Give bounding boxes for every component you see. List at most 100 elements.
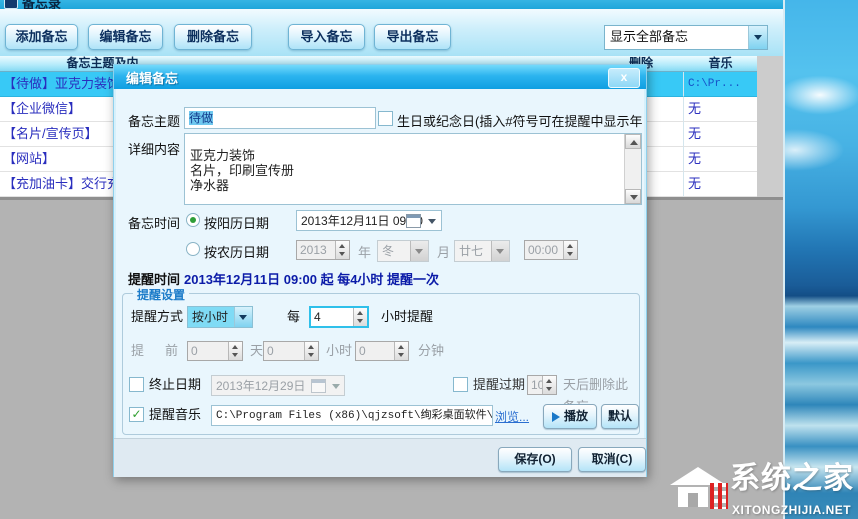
every-label: 每 <box>287 306 300 328</box>
stepper-arrows-icon[interactable] <box>563 241 577 259</box>
remind-time-value: 2013年12月11日 09:00 起 每4小时 提醒一次 <box>184 269 439 288</box>
edit-memo-button[interactable]: 编辑备忘 <box>88 24 163 50</box>
music-label: 提醒音乐 <box>149 404 201 426</box>
cancel-button[interactable]: 取消(C) <box>578 447 646 472</box>
lunar-month-value: 冬 <box>382 241 394 261</box>
row-music: 无 <box>684 172 758 197</box>
default-button[interactable]: 默认 <box>601 404 639 429</box>
delete-memo-button[interactable]: 删除备忘 <box>174 24 252 50</box>
lunar-year-stepper[interactable]: 2013 <box>296 240 350 260</box>
music-checkbox[interactable]: ✓ <box>129 407 144 422</box>
remind-mode-select[interactable]: 按小时 <box>187 306 253 328</box>
stepper-arrows-icon[interactable] <box>304 342 318 360</box>
subject-value: 待做 <box>189 111 213 125</box>
content-textarea[interactable]: 亚克力装饰 名片，印刷宣传册 净水器 <box>184 133 642 205</box>
scroll-up-icon[interactable] <box>625 134 641 149</box>
lunar-month-select[interactable]: 冬 <box>377 240 429 262</box>
ahead-mins-stepper[interactable]: 0 <box>355 341 409 361</box>
end-date-checkbox[interactable] <box>129 377 144 392</box>
browse-link[interactable]: 浏览... <box>495 408 529 425</box>
lunar-month-unit: 月 <box>437 242 450 261</box>
chevron-down-icon <box>332 384 340 389</box>
watermark-title: 系统之家 <box>730 453 854 497</box>
ahead-label-1: 提 <box>131 340 144 362</box>
ahead-hours-stepper[interactable]: 0 <box>263 341 319 361</box>
play-icon <box>552 412 560 422</box>
chevron-down-icon[interactable] <box>234 307 252 327</box>
app-icon <box>4 0 18 9</box>
memo-time-label: 备忘时间 <box>128 213 180 232</box>
scroll-down-icon[interactable] <box>625 189 641 204</box>
remind-mode-value: 按小时 <box>192 307 228 327</box>
chevron-down-icon[interactable] <box>491 241 509 261</box>
watermark-url: XITONGZHIJIA.NET <box>732 503 851 517</box>
ahead-days-value: 0 <box>191 342 198 360</box>
chevron-down-icon <box>428 219 436 224</box>
chevron-down-icon[interactable] <box>748 26 767 49</box>
birthday-checkbox[interactable] <box>378 111 393 126</box>
remind-settings-group: 提醒设置 提醒方式 按小时 每 4 小时提醒 提 前 0 <box>122 293 640 435</box>
lunar-time-stepper[interactable]: 00:00 <box>524 240 578 260</box>
solar-date-radio[interactable] <box>186 213 200 227</box>
content-value: 亚克力装饰 名片，印刷宣传册 净水器 <box>190 148 621 193</box>
import-memo-button[interactable]: 导入备忘 <box>288 24 365 50</box>
stepper-arrows-icon[interactable] <box>353 308 367 326</box>
row-music: 无 <box>684 97 758 122</box>
subject-input[interactable]: 待做 <box>184 107 376 129</box>
row-music: C:\Pr... <box>684 72 758 97</box>
ahead-label-2: 前 <box>165 340 178 362</box>
lunar-year-unit: 年 <box>358 242 371 261</box>
lunar-date-label: 按农历日期 <box>204 242 269 261</box>
solar-date-input[interactable]: 2013年12月11日 09:00 <box>296 210 442 231</box>
dialog-title: 编辑备忘 <box>126 68 178 87</box>
expire-label: 提醒过期 <box>473 374 525 396</box>
content-label: 详细内容 <box>128 139 180 158</box>
edit-memo-dialog: 编辑备忘 x 备忘主题 待做 生日或纪念日(插入#符号可在提醒中显示年数) 详细… <box>113 64 647 477</box>
export-memo-button[interactable]: 导出备忘 <box>374 24 451 50</box>
end-date-value: 2013年12月29日 <box>216 379 305 393</box>
add-memo-button[interactable]: 添加备忘 <box>5 24 78 50</box>
end-date-input[interactable]: 2013年12月29日 <box>211 375 345 396</box>
subject-label: 备忘主题 <box>128 111 180 130</box>
main-titlebar[interactable]: 备忘录 <box>0 0 783 9</box>
interval-value: 4 <box>314 308 321 326</box>
row-music: 无 <box>684 122 758 147</box>
interval-stepper[interactable]: 4 <box>309 306 369 328</box>
calendar-icon <box>311 379 326 393</box>
house-logo-icon <box>670 467 726 507</box>
screen: 备忘录 添加备忘 编辑备忘 删除备忘 导入备忘 导出备忘 显示全部备忘 备忘主题… <box>0 0 858 519</box>
lunar-day-select[interactable]: 廿七 <box>454 240 510 262</box>
close-icon[interactable]: x <box>608 68 640 88</box>
chevron-down-icon[interactable] <box>410 241 428 261</box>
table-side-strip <box>757 56 783 200</box>
solar-date-value: 2013年12月11日 09:00 <box>301 214 423 228</box>
ahead-hours-unit: 小时 <box>326 340 352 362</box>
lunar-date-radio[interactable] <box>186 242 200 256</box>
memo-filter-select[interactable]: 显示全部备忘 <box>604 25 768 50</box>
music-path-input[interactable]: C:\Program Files (x86)\qjzsoft\绚彩桌面软件\ <box>211 405 493 426</box>
music-path-value: C:\Program Files (x86)\qjzsoft\绚彩桌面软件\ <box>216 410 493 422</box>
dialog-footer: 保存(O) 取消(C) <box>114 438 646 477</box>
stepper-arrows-icon[interactable] <box>394 342 408 360</box>
ahead-days-stepper[interactable]: 0 <box>187 341 243 361</box>
window-title: 备忘录 <box>22 0 61 9</box>
xitongzhijia-watermark: 系统之家 XITONGZHIJIA.NET <box>670 451 856 517</box>
expire-days-stepper[interactable]: 10 <box>527 375 557 395</box>
save-button[interactable]: 保存(O) <box>498 447 572 472</box>
remind-mode-label: 提醒方式 <box>131 306 183 328</box>
stepper-arrows-icon[interactable] <box>335 241 349 259</box>
calendar-icon[interactable] <box>406 214 421 228</box>
interval-unit-label: 小时提醒 <box>381 306 433 328</box>
row-music: 无 <box>684 147 758 172</box>
ahead-mins-value: 0 <box>359 342 366 360</box>
stepper-arrows-icon[interactable] <box>228 342 242 360</box>
end-date-label: 终止日期 <box>149 374 201 396</box>
stepper-arrows-icon[interactable] <box>542 376 556 394</box>
play-button[interactable]: 播放 <box>543 404 597 429</box>
ahead-mins-unit: 分钟 <box>418 340 444 362</box>
expire-checkbox[interactable] <box>453 377 468 392</box>
content-scrollbar[interactable] <box>624 134 641 204</box>
col-music-header[interactable]: 音乐 <box>684 56 758 72</box>
dialog-titlebar[interactable]: 编辑备忘 x <box>114 65 646 89</box>
play-label: 播放 <box>564 409 588 423</box>
